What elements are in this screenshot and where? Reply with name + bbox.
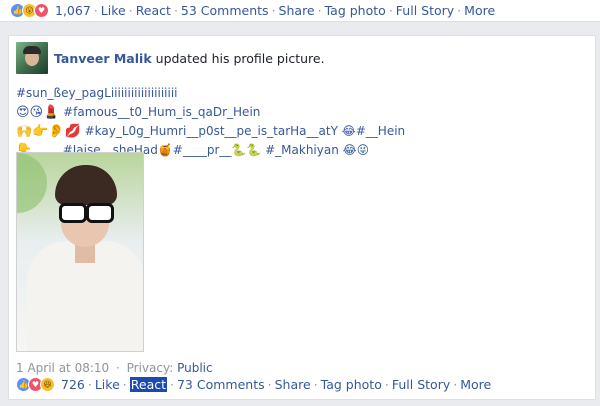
react-link[interactable]: React <box>136 3 171 18</box>
reaction-count[interactable]: 726 <box>61 377 85 392</box>
privacy-label: Privacy: <box>126 361 174 375</box>
post-meta: 1 April at 08:10 · Privacy: Public <box>16 361 213 375</box>
full-story-link[interactable]: Full Story <box>392 377 450 392</box>
more-link[interactable]: More <box>464 3 495 18</box>
post-action-text: updated his profile picture. <box>155 50 325 66</box>
haha-icon: 😆 <box>40 377 55 392</box>
author-name[interactable]: Tanveer Malik <box>54 51 152 66</box>
comments-link[interactable]: 53 Comments <box>181 3 269 18</box>
post-text: #sun_ßey_pagLiiiiiiiiiiiiiiiiiiii 😍😘💄 #f… <box>16 84 405 160</box>
share-link[interactable]: Share <box>279 3 315 18</box>
privacy-value[interactable]: Public <box>177 361 213 375</box>
sunglasses <box>59 203 114 223</box>
profile-picture-photo[interactable] <box>16 152 144 352</box>
comments-link[interactable]: 73 Comments <box>177 377 265 392</box>
like-link[interactable]: Like <box>95 377 120 392</box>
timestamp[interactable]: 1 April at 08:10 <box>16 361 109 375</box>
share-link[interactable]: Share <box>275 377 311 392</box>
post-action-bar: 👍 ♥ 😆 726 · Like · React · 73 Comments ·… <box>16 377 491 392</box>
tag-photo-link[interactable]: Tag photo <box>325 3 386 18</box>
more-link[interactable]: More <box>460 377 491 392</box>
reaction-icons[interactable]: 👍 😮 ♥ <box>10 3 49 18</box>
love-icon: ♥ <box>34 3 49 18</box>
post-card: Tanveer Malik updated his profile pictur… <box>8 35 596 400</box>
tag-photo-link[interactable]: Tag photo <box>321 377 382 392</box>
post-header: Tanveer Malik updated his profile pictur… <box>16 42 325 74</box>
avatar[interactable] <box>16 42 48 74</box>
post-line-2[interactable]: 😍😘💄 #famous__t0_Hum_is_qaDr_Hein <box>16 103 405 122</box>
reaction-count[interactable]: 1,067 <box>55 3 91 18</box>
full-story-link[interactable]: Full Story <box>396 3 454 18</box>
like-link[interactable]: Like <box>101 3 126 18</box>
post-line-1[interactable]: #sun_ßey_pagLiiiiiiiiiiiiiiiiiiii <box>16 84 405 103</box>
previous-post-action-bar: 👍 😮 ♥ 1,067 · Like · React · 53 Comments… <box>0 0 600 22</box>
reaction-icons[interactable]: 👍 ♥ 😆 <box>16 377 55 392</box>
react-link[interactable]: React <box>129 377 167 392</box>
post-line-3[interactable]: 🙌👉👂💋 #kay_L0g_Humri__p0st__pe_is_tarHa__… <box>16 122 405 141</box>
